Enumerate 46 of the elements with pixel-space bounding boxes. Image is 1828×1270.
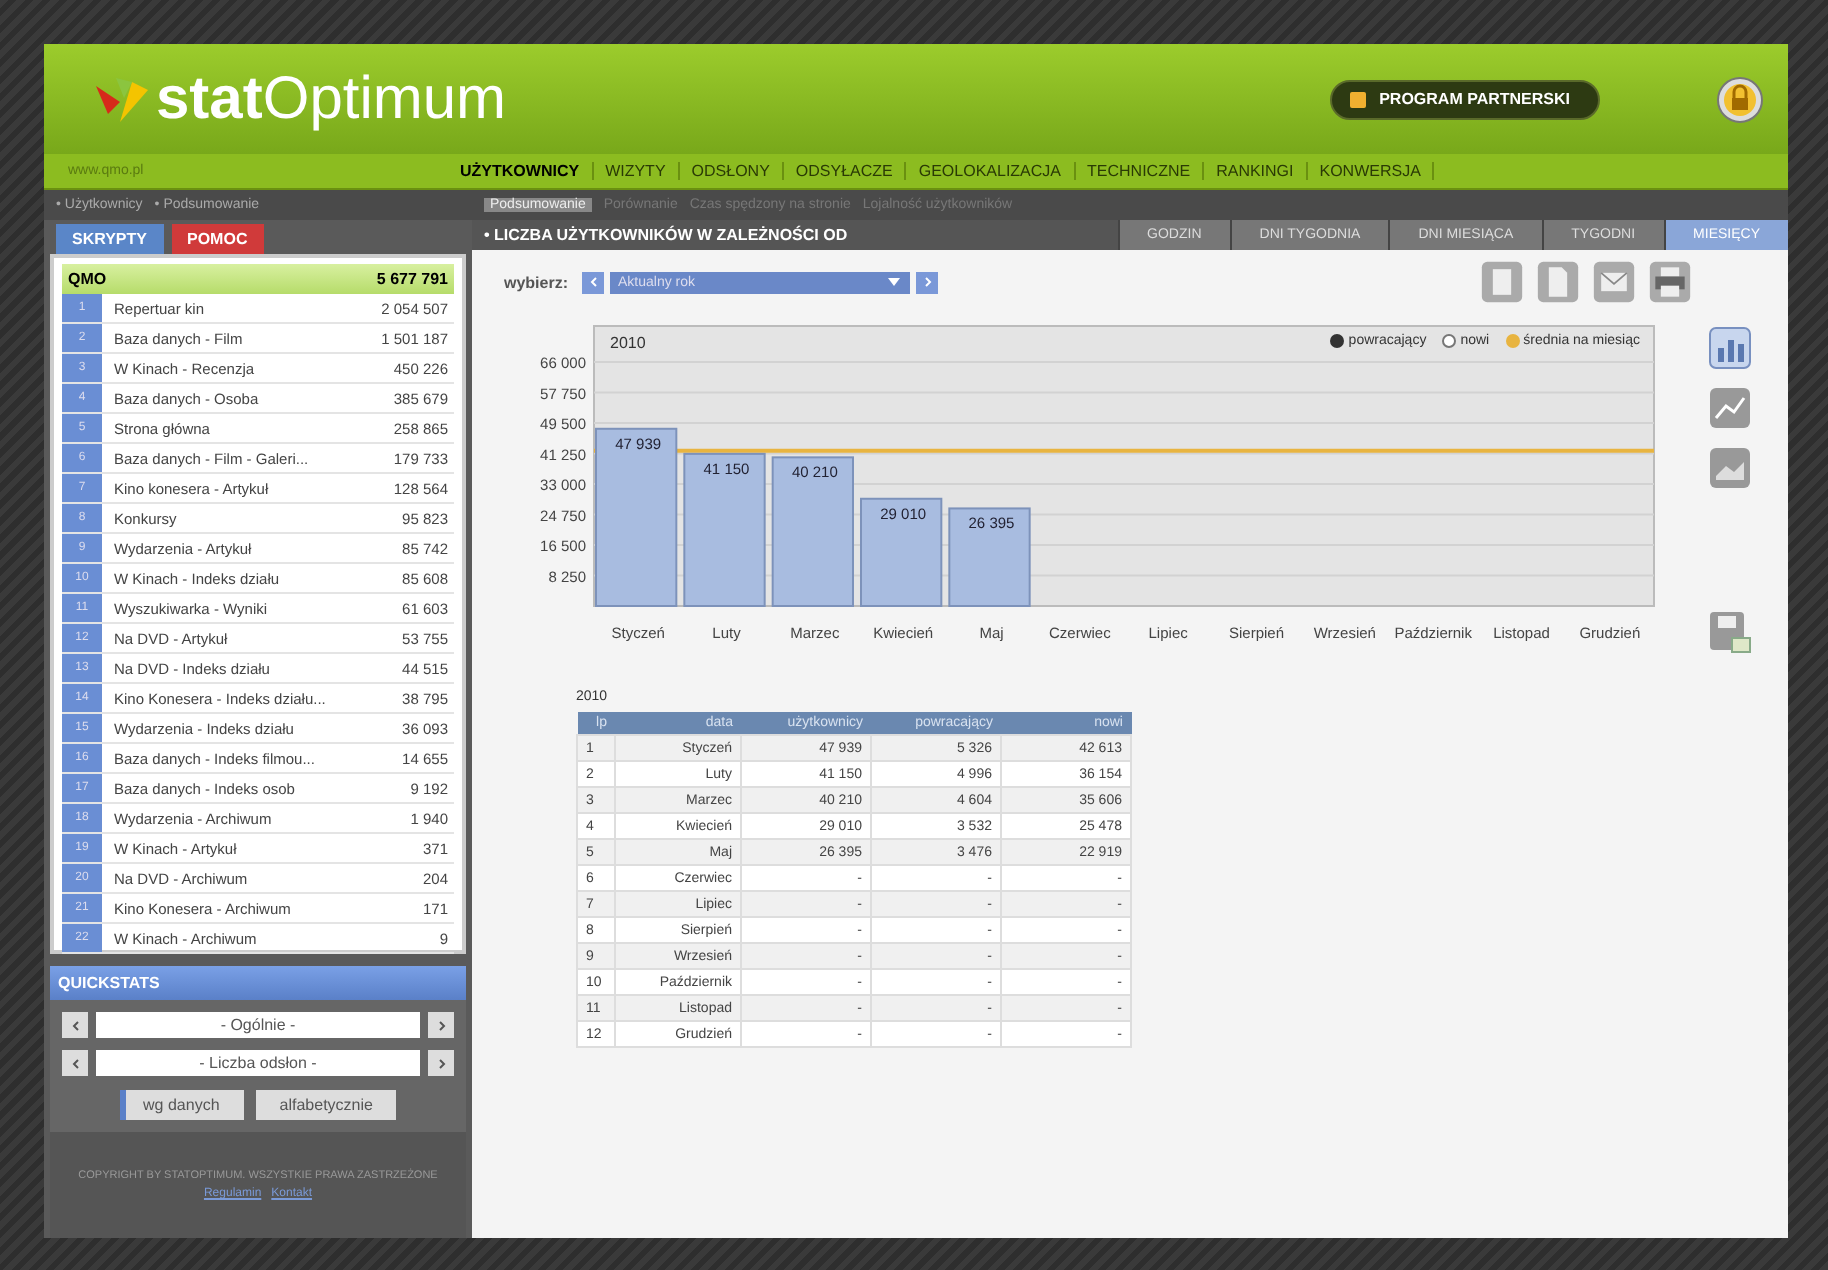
partner-program-button[interactable]: PROGRAM PARTNERSKI bbox=[1329, 79, 1600, 119]
chevron-left-icon bbox=[69, 1057, 81, 1069]
logo-text: statOptimum bbox=[156, 65, 507, 133]
previous-button[interactable] bbox=[62, 1050, 88, 1076]
line-chart-icon[interactable] bbox=[1708, 386, 1752, 430]
sidebar-tab[interactable]: SKRYPTY bbox=[56, 224, 163, 254]
chevron-right-icon bbox=[921, 276, 934, 288]
mail-icon[interactable] bbox=[1592, 260, 1636, 304]
site-name: QMO bbox=[68, 270, 107, 288]
previous-button[interactable] bbox=[62, 1012, 88, 1038]
nav-link[interactable]: ODSŁONY bbox=[679, 162, 784, 180]
nav-link[interactable]: WIZYTY bbox=[593, 162, 680, 180]
nav-link[interactable]: TECHNICZNE bbox=[1075, 162, 1205, 180]
quickstats-title: QUICKSTATS bbox=[50, 966, 466, 1000]
nav-link[interactable]: GEOLOKALIZACJA bbox=[906, 162, 1076, 180]
chevron-left-icon bbox=[69, 1019, 81, 1031]
nav-link[interactable]: ODSYŁACZE bbox=[783, 162, 907, 180]
next-button[interactable] bbox=[428, 1050, 454, 1076]
picker-label: wybierz: bbox=[504, 273, 569, 291]
document-icon[interactable] bbox=[1536, 260, 1580, 304]
export-icon[interactable] bbox=[1708, 610, 1752, 654]
nav-link[interactable]: UŻYTKOWNICY bbox=[448, 162, 594, 180]
next-button[interactable] bbox=[428, 1012, 454, 1038]
chevron-right-icon bbox=[435, 1019, 447, 1031]
nav-link[interactable]: RANKINGI bbox=[1204, 162, 1308, 180]
total-value: 5 677 791 bbox=[376, 270, 448, 288]
nav-link[interactable]: KONWERSJA bbox=[1307, 162, 1435, 180]
next-button[interactable] bbox=[916, 271, 939, 293]
sort-button[interactable]: wg danych bbox=[119, 1090, 244, 1120]
bar-chart-icon[interactable] bbox=[1708, 326, 1752, 370]
caret-icon bbox=[886, 276, 903, 288]
lock-icon[interactable] bbox=[1716, 75, 1764, 123]
section-title: • LICZBA UŻYTKOWNIKÓW W ZALEŻNOŚCI OD bbox=[482, 226, 848, 244]
logo-icon bbox=[92, 73, 152, 125]
sidebar-tab[interactable]: POMOC bbox=[171, 224, 264, 254]
chevron-left-icon bbox=[587, 276, 600, 288]
select-field[interactable]: - Ogólnie - bbox=[96, 1012, 420, 1038]
area-chart-icon[interactable] bbox=[1708, 446, 1752, 490]
chevron-right-icon bbox=[435, 1057, 447, 1069]
select-field[interactable]: - Liczba odsłon - bbox=[96, 1050, 420, 1076]
badge-icon bbox=[1347, 89, 1368, 109]
sort-button[interactable]: alfabetycznie bbox=[255, 1090, 397, 1120]
chart-title: 2010 bbox=[610, 334, 646, 352]
previous-button[interactable] bbox=[582, 271, 605, 293]
save-icon[interactable] bbox=[1480, 260, 1524, 304]
print-icon[interactable] bbox=[1648, 260, 1692, 304]
